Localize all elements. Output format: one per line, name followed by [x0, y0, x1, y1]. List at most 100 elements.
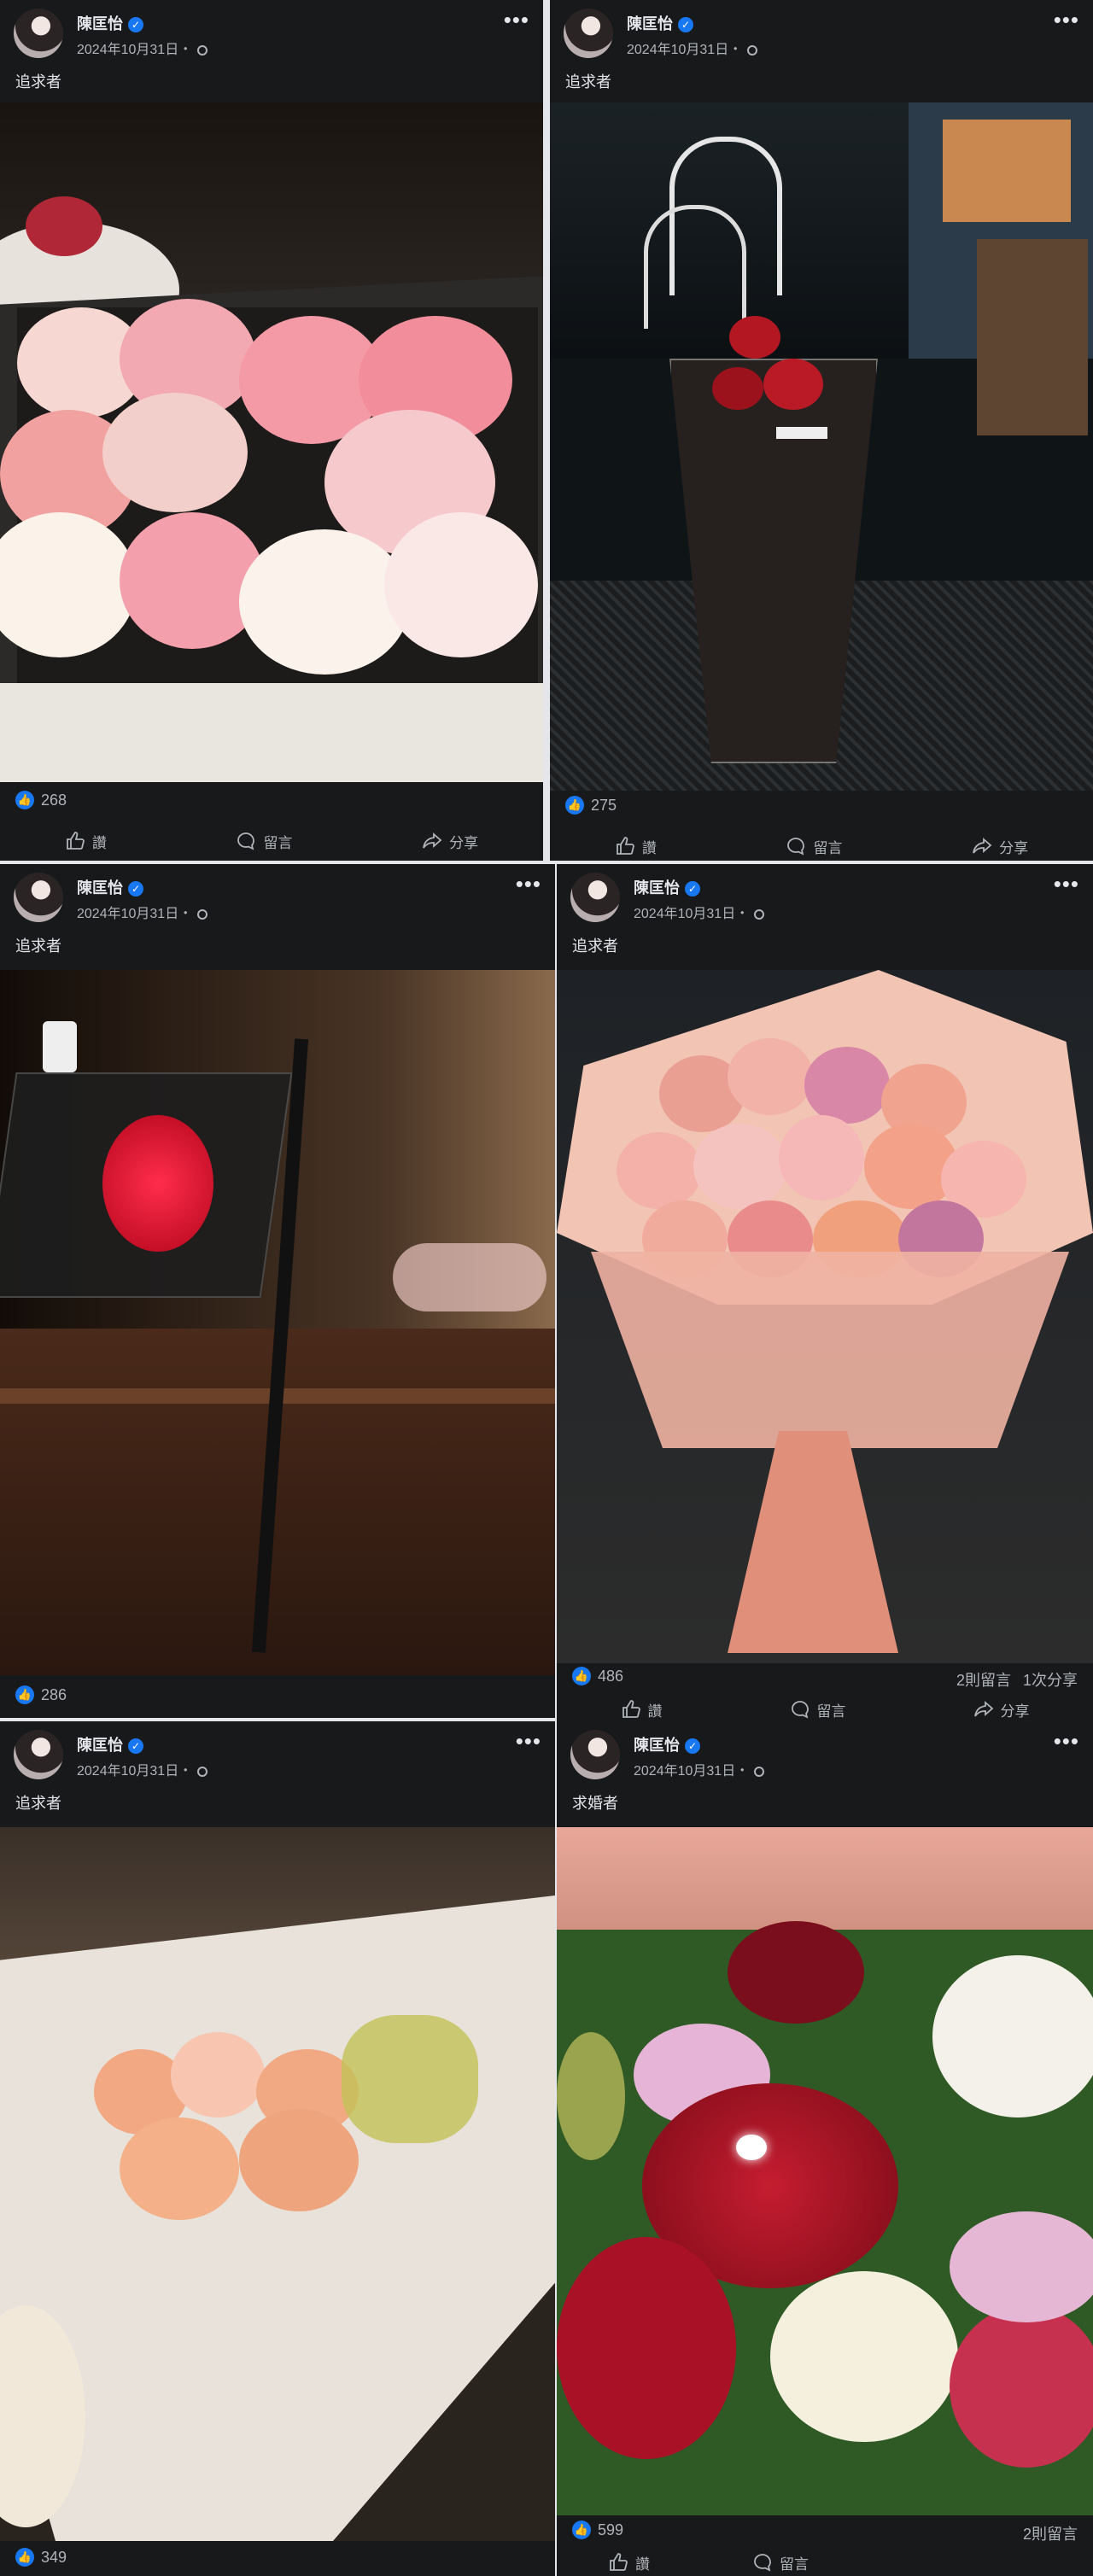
comment-button[interactable]: 留言: [752, 2552, 809, 2573]
public-globe-icon: [754, 909, 765, 920]
avatar[interactable]: [570, 873, 620, 922]
post-photo[interactable]: [557, 1827, 1093, 2515]
post-photo[interactable]: [0, 1827, 555, 2541]
more-options-icon[interactable]: •••: [504, 7, 529, 33]
post-caption: 追求者: [572, 938, 618, 955]
thumbs-up-icon: [622, 1700, 640, 1718]
post-date[interactable]: 2024年10月31日・: [627, 38, 758, 58]
post-caption: 求婚者: [572, 1795, 618, 1812]
more-options-icon[interactable]: •••: [1054, 7, 1079, 33]
share-arrow-icon: [973, 838, 992, 854]
public-globe-icon: [197, 1767, 208, 1777]
verified-badge-icon: ✓: [678, 17, 693, 32]
like-count[interactable]: 👍 275: [565, 796, 617, 815]
comment-button[interactable]: 留言: [236, 831, 292, 852]
post-2: 陳匡怡 ✓ 2024年10月31日・ ••• 追求者 👍 275 讚 留言 分享: [550, 0, 1093, 861]
action-bar: 讚 留言 分享: [550, 825, 1093, 861]
post-header: 陳匡怡 ✓ 2024年10月31日・ ••• 追求者: [0, 0, 543, 94]
post-footer: 👍 268 讚 留言 分享: [0, 782, 543, 861]
post-date[interactable]: 2024年10月31日・: [77, 1759, 208, 1779]
comment-bubble-icon: [237, 832, 255, 850]
author-name[interactable]: 陳匡怡 ✓: [634, 876, 700, 898]
engagement-stats[interactable]: 2則留言 1次分享: [944, 1668, 1078, 1691]
post-date[interactable]: 2024年10月31日・: [634, 1759, 765, 1779]
comment-button[interactable]: 留言: [790, 1699, 846, 1720]
more-options-icon[interactable]: •••: [516, 1728, 541, 1755]
post-photo[interactable]: [0, 970, 555, 1675]
comment-count[interactable]: 2則留言: [1023, 2526, 1078, 2543]
post-caption: 追求者: [15, 938, 61, 955]
author-name[interactable]: 陳匡怡 ✓: [627, 12, 693, 34]
post-caption: 追求者: [565, 73, 611, 91]
verified-badge-icon: ✓: [685, 1738, 700, 1754]
post-photo[interactable]: [557, 970, 1093, 1663]
public-globe-icon: [197, 45, 208, 55]
like-button[interactable]: 讚: [65, 831, 107, 852]
share-arrow-icon: [973, 1701, 993, 1717]
more-options-icon[interactable]: •••: [1054, 871, 1079, 897]
public-globe-icon: [197, 909, 208, 920]
share-button[interactable]: 分享: [972, 836, 1028, 857]
like-count[interactable]: 👍 486: [572, 1667, 623, 1685]
avatar[interactable]: [14, 9, 63, 58]
thumbs-up-icon: 👍: [572, 2521, 591, 2539]
thumbs-up-icon: 👍: [15, 2548, 34, 2567]
post-date[interactable]: 2024年10月31日・: [77, 902, 208, 922]
comment-count[interactable]: 2則留言: [956, 1672, 1011, 1689]
author-name[interactable]: 陳匡怡 ✓: [77, 876, 143, 898]
thumbs-up-icon: 👍: [15, 791, 34, 809]
share-button[interactable]: 分享: [422, 831, 478, 852]
like-button[interactable]: 讚: [608, 2552, 650, 2573]
comment-bubble-icon: [791, 1701, 809, 1719]
public-globe-icon: [747, 45, 758, 55]
verified-badge-icon: ✓: [128, 1738, 143, 1754]
share-count[interactable]: 1次分享: [1023, 1672, 1078, 1689]
post-caption: 追求者: [15, 73, 61, 91]
thumbs-up-icon: [616, 837, 634, 855]
more-options-icon[interactable]: •••: [516, 871, 541, 897]
post-3: 陳匡怡 ✓ 2024年10月31日・ ••• 追求者 👍 286: [0, 864, 555, 1718]
thumbs-up-icon: [610, 2553, 628, 2571]
author-name[interactable]: 陳匡怡 ✓: [77, 1733, 143, 1755]
post-4: 陳匡怡 ✓ 2024年10月31日・ ••• 追求者 👍 486 2則留言 1次分享 …: [557, 864, 1093, 1728]
post-footer: 👍 599 2則留言 讚 留言: [557, 2515, 1093, 2576]
action-bar: 讚 留言 分享: [0, 820, 543, 861]
post-date[interactable]: 2024年10月31日・: [634, 902, 765, 922]
like-count[interactable]: 👍 349: [15, 2548, 67, 2567]
like-button[interactable]: 讚: [621, 1699, 663, 1720]
post-date[interactable]: 2024年10月31日・: [77, 38, 208, 58]
post-header: 陳匡怡 ✓ 2024年10月31日・ ••• 追求者: [557, 864, 1093, 958]
post-5: 陳匡怡 ✓ 2024年10月31日・ ••• 追求者 👍 349: [0, 1721, 555, 2576]
avatar[interactable]: [570, 1730, 620, 1779]
more-options-icon[interactable]: •••: [1054, 1728, 1079, 1755]
comment-bubble-icon: [754, 2554, 771, 2572]
post-header: 陳匡怡 ✓ 2024年10月31日・ ••• 追求者: [0, 1721, 555, 1815]
post-header: 陳匡怡 ✓ 2024年10月31日・ ••• 追求者: [550, 0, 1093, 94]
post-footer: 👍 486 2則留言 1次分享 讚 留言 分享: [557, 1663, 1093, 1728]
avatar[interactable]: [564, 9, 613, 58]
author-name[interactable]: 陳匡怡 ✓: [634, 1733, 700, 1755]
like-button[interactable]: 讚: [615, 836, 657, 857]
like-count[interactable]: 👍 268: [15, 791, 67, 809]
post-caption: 追求者: [15, 1795, 61, 1812]
like-count[interactable]: 👍 599: [572, 2521, 623, 2539]
avatar[interactable]: [14, 1730, 63, 1779]
action-bar: 讚 留言: [557, 2548, 1093, 2576]
like-count[interactable]: 👍 286: [15, 1685, 67, 1704]
post-photo[interactable]: [0, 102, 543, 782]
engagement-stats[interactable]: 2則留言: [1011, 2522, 1078, 2544]
author-name[interactable]: 陳匡怡 ✓: [77, 12, 143, 34]
thumbs-up-icon: [66, 832, 85, 850]
avatar[interactable]: [14, 873, 63, 922]
share-button[interactable]: 分享: [973, 1699, 1030, 1720]
post-footer: 👍 275 讚 留言 分享: [550, 791, 1093, 861]
verified-badge-icon: ✓: [128, 17, 143, 32]
verified-badge-icon: ✓: [128, 881, 143, 897]
post-1: 陳匡怡 ✓ 2024年10月31日・ ••• 追求者 👍 268 讚 留言 分享: [0, 0, 543, 861]
post-photo[interactable]: [550, 102, 1093, 791]
comment-bubble-icon: [787, 838, 805, 856]
comment-button[interactable]: 留言: [786, 836, 842, 857]
post-6: 陳匡怡 ✓ 2024年10月31日・ ••• 求婚者 👍 599 2則留言 讚 留言: [557, 1721, 1093, 2576]
public-globe-icon: [754, 1767, 765, 1777]
thumbs-up-icon: 👍: [15, 1685, 34, 1704]
